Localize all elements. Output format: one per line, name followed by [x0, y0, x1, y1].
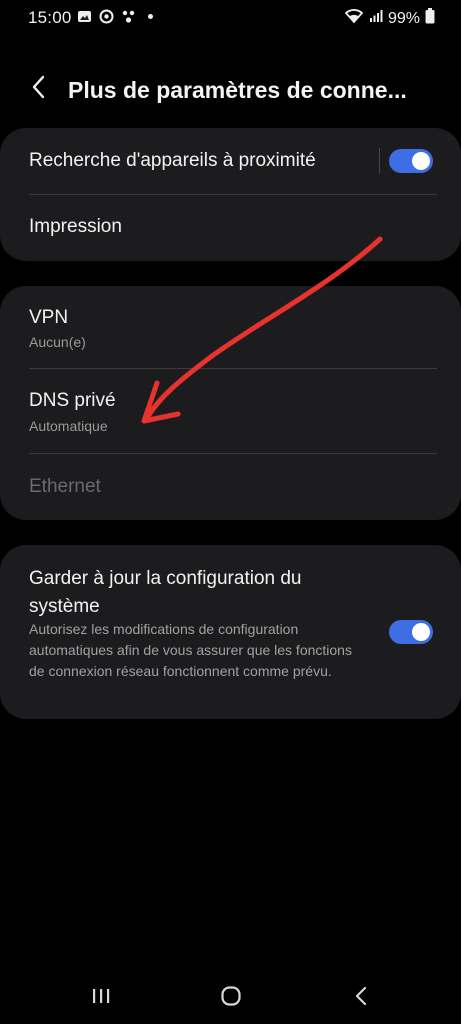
printing-label: Impression	[29, 216, 122, 237]
vpn-value: Aucun(e)	[29, 334, 86, 350]
battery-level: 99%	[387, 9, 420, 27]
notification-icons	[77, 9, 158, 24]
gallery-icon	[77, 9, 92, 24]
printing-row[interactable]: Impression	[0, 195, 461, 261]
system-config-toggle[interactable]	[389, 620, 433, 644]
dot-icon	[143, 9, 158, 24]
private-dns-value: Automatique	[29, 418, 108, 434]
assistant-icon	[121, 9, 136, 24]
sync-icon	[99, 9, 114, 24]
system-config-row[interactable]: Garder à jour la configuration du systèm…	[0, 545, 461, 719]
system-config-title: Garder à jour la configuration du systèm…	[29, 568, 302, 617]
vpn-row[interactable]: VPN Aucun(e)	[0, 286, 461, 368]
back-icon	[353, 985, 369, 1012]
home-icon	[220, 985, 242, 1012]
nav-back-button[interactable]	[341, 983, 381, 1013]
chevron-left-icon	[31, 74, 47, 105]
page-title: Plus de paramètres de conne...	[68, 77, 407, 103]
vpn-label: VPN	[29, 307, 69, 328]
nearby-device-scanning-toggle[interactable]	[389, 149, 433, 173]
recent-apps-button[interactable]	[81, 983, 121, 1013]
wifi-icon	[344, 8, 364, 29]
nearby-device-scanning-label: Recherche d'appareils à proximité	[29, 150, 316, 171]
settings-card-network: VPN Aucun(e) DNS privé Automatique Ether…	[0, 286, 461, 520]
ethernet-label: Ethernet	[29, 476, 101, 497]
settings-card-nearby: Recherche d'appareils à proximité Impres…	[0, 128, 461, 261]
navigation-bar	[0, 975, 461, 1020]
status-time: 15:00	[28, 8, 72, 27]
status-bar: 15:00 99%	[0, 0, 461, 36]
system-config-description: Autorisez les modifications de configura…	[29, 621, 352, 679]
signal-icon	[369, 9, 383, 28]
private-dns-label: DNS privé	[29, 390, 116, 411]
nearby-device-scanning-row[interactable]: Recherche d'appareils à proximité	[0, 128, 461, 194]
app-bar: Plus de paramètres de conne...	[0, 64, 461, 116]
divider-vertical	[379, 148, 380, 174]
private-dns-row[interactable]: DNS privé Automatique	[0, 369, 461, 453]
home-button[interactable]	[211, 983, 251, 1013]
recent-apps-icon	[90, 986, 112, 1011]
settings-card-system-config: Garder à jour la configuration du systèm…	[0, 545, 461, 719]
toggle-knob	[412, 152, 430, 170]
ethernet-row: Ethernet	[0, 454, 461, 520]
toggle-knob	[412, 623, 430, 641]
battery-icon	[425, 8, 435, 29]
back-button[interactable]	[24, 74, 54, 104]
